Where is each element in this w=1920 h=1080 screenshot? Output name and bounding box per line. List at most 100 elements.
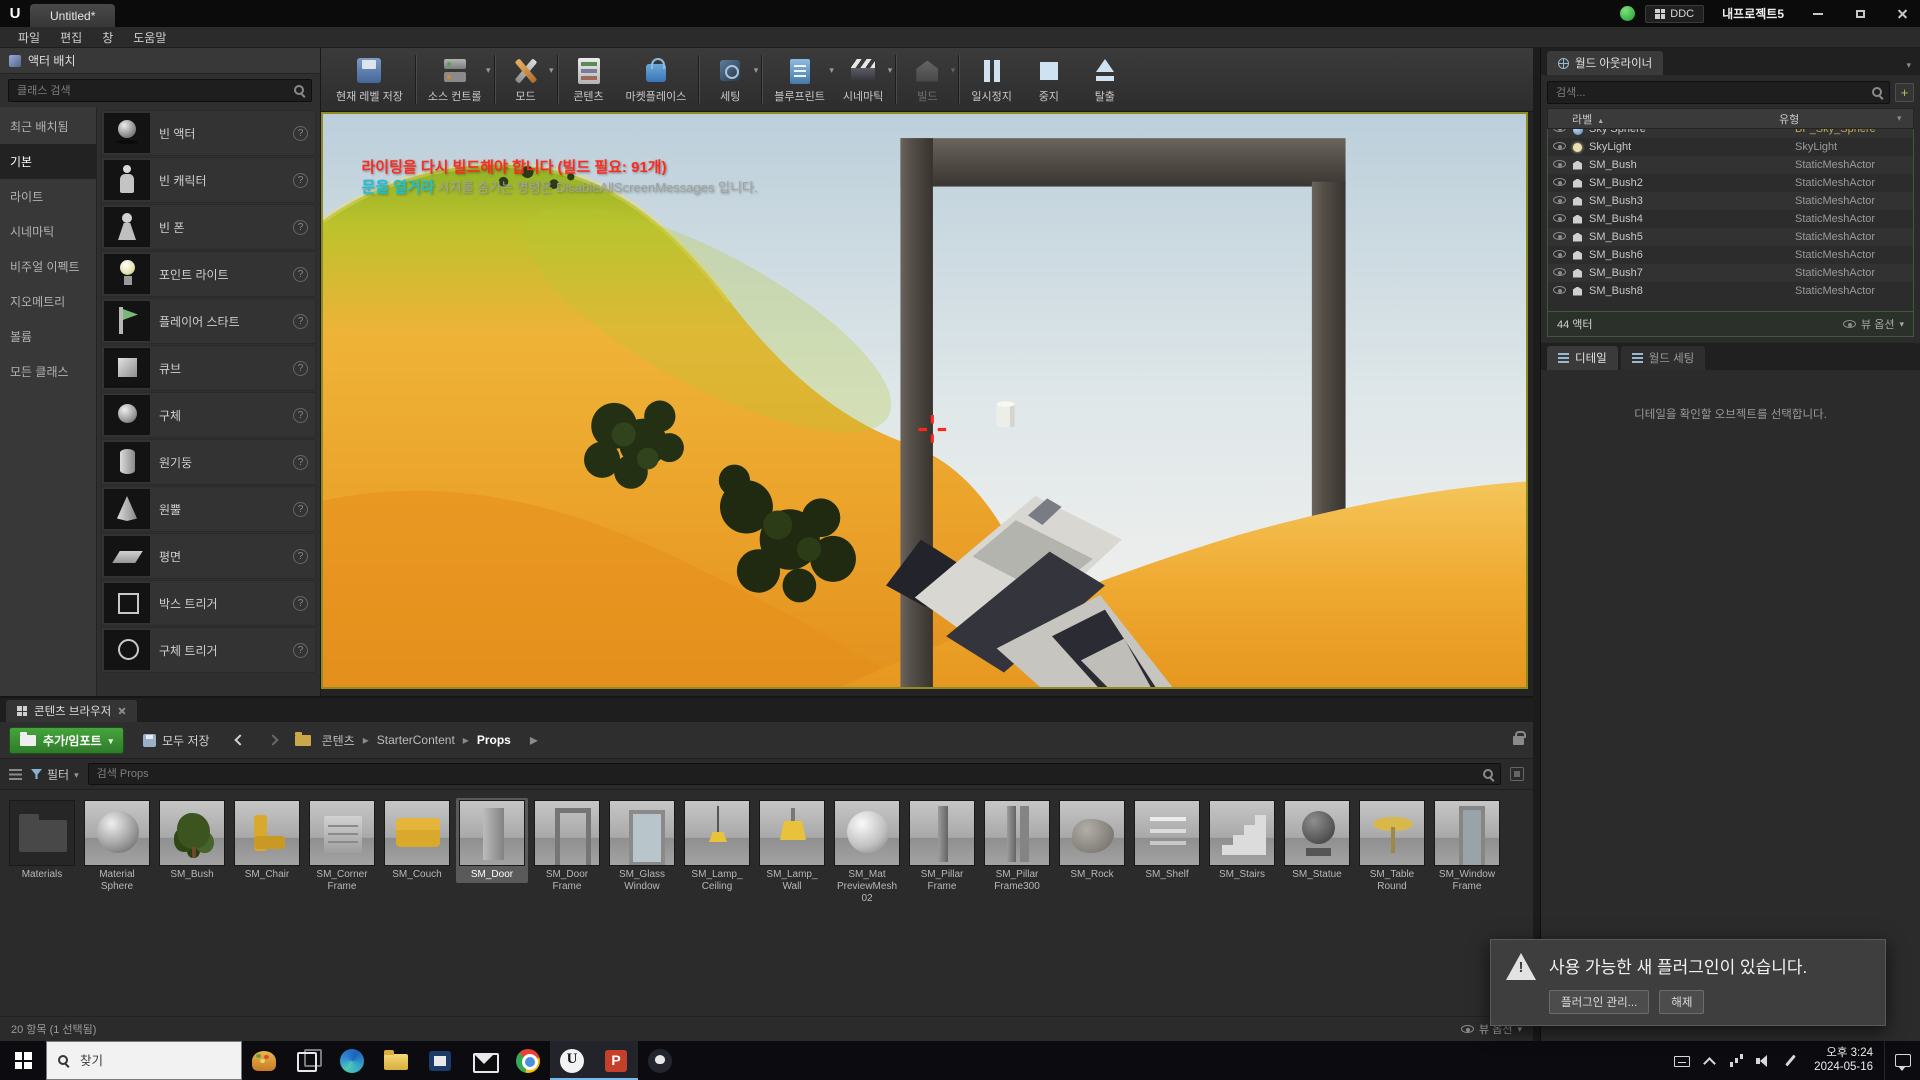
outliner-row[interactable]: Sky Sphere BP_Sky_Sphere (1548, 129, 1913, 138)
category-item[interactable]: 시네마틱 (0, 214, 96, 249)
taskbar-app-button[interactable] (594, 1041, 638, 1080)
outliner-row[interactable]: SM_Bush StaticMeshActor (1548, 156, 1913, 174)
level-tab[interactable]: Untitled* (30, 4, 115, 27)
details-tab[interactable]: 디테일 (1547, 346, 1618, 370)
toolbar-button[interactable]: 일시정지 (962, 50, 1020, 109)
menu-item[interactable]: 파일 (8, 27, 50, 48)
toolbar-button[interactable]: 중지 (1021, 50, 1077, 109)
toolbar-button[interactable]: 콘텐츠 (561, 50, 617, 109)
toolbar-button[interactable]: 현재 레벨 저장 (327, 50, 412, 109)
category-item[interactable]: 비주얼 이펙트 (0, 249, 96, 284)
asset-tile[interactable]: Material Sphere (81, 798, 153, 895)
outliner-row[interactable]: SM_Bush6 StaticMeshActor (1548, 246, 1913, 264)
details-tab[interactable]: 월드 세팅 (1621, 346, 1706, 370)
visibility-eye-icon[interactable] (1553, 177, 1566, 189)
asset-tile[interactable]: SM_Glass Window (606, 798, 678, 895)
taskbar-app-button[interactable] (242, 1041, 286, 1080)
category-item[interactable]: 볼륨 (0, 319, 96, 354)
chevron-down-icon[interactable] (486, 65, 491, 76)
toolbar-button[interactable]: 소스 컨트롤 (419, 50, 491, 109)
menu-item[interactable]: 창 (92, 27, 123, 48)
asset-tile[interactable]: Materials (6, 798, 78, 883)
place-actor-item[interactable]: 원뿔 (101, 486, 316, 532)
tab-content-browser[interactable]: 콘텐츠 브라우저 (6, 700, 137, 722)
asset-tile[interactable]: SM_Lamp_ Wall (756, 798, 828, 895)
breadcrumb-item[interactable]: Props (455, 733, 511, 747)
asset-tile[interactable]: SM_Couch (381, 798, 453, 883)
taskbar-app-button[interactable] (506, 1041, 550, 1080)
visibility-eye-icon[interactable] (1553, 249, 1566, 261)
category-item[interactable]: 기본 (0, 144, 96, 179)
visibility-eye-icon[interactable] (1553, 141, 1566, 153)
visibility-eye-icon[interactable] (1553, 267, 1566, 279)
tab-world-outliner[interactable]: 월드 아웃라이너 (1547, 51, 1663, 75)
add-import-button[interactable]: 추가/임포트 (9, 727, 124, 754)
asset-tile[interactable]: SM_Bush (156, 798, 228, 883)
lock-icon[interactable] (1513, 736, 1524, 745)
taskbar-search[interactable] (46, 1041, 242, 1080)
outliner-row[interactable]: SkyLight SkyLight (1548, 138, 1913, 156)
asset-tile[interactable]: SM_Window Frame (1431, 798, 1503, 895)
outliner-search-input[interactable] (1547, 81, 1890, 104)
taskbar-app-button[interactable] (550, 1041, 594, 1080)
place-actor-item[interactable]: 빈 캐릭터 (101, 157, 316, 203)
asset-tile[interactable]: SM_Shelf (1131, 798, 1203, 883)
column-options-icon[interactable]: ▾ (1897, 113, 1913, 124)
outliner-row[interactable]: SM_Bush3 StaticMeshActor (1548, 192, 1913, 210)
breadcrumb-item[interactable]: 콘텐츠 (322, 732, 355, 749)
asset-tile[interactable]: SM_Door Frame (531, 798, 603, 895)
ddc-button[interactable]: DDC (1645, 5, 1704, 23)
asset-tile[interactable]: SM_Mat PreviewMesh 02 (831, 798, 903, 907)
asset-tile[interactable]: SM_Statue (1281, 798, 1353, 883)
manage-plugins-button[interactable]: 플러그인 관리... (1549, 990, 1649, 1014)
place-actor-item[interactable]: 포인트 라이트 (101, 251, 316, 297)
taskbar-search-input[interactable] (78, 1053, 231, 1069)
asset-tile[interactable]: SM_Pillar Frame (906, 798, 978, 895)
outliner-row[interactable]: SM_Bush5 StaticMeshActor (1548, 228, 1913, 246)
category-item[interactable]: 지오메트리 (0, 284, 96, 319)
visibility-eye-icon[interactable] (1553, 195, 1566, 207)
outliner-row[interactable]: SM_Bush2 StaticMeshActor (1548, 174, 1913, 192)
visibility-eye-icon[interactable] (1553, 213, 1566, 225)
taskbar-app-button[interactable] (638, 1041, 682, 1080)
asset-tile[interactable]: SM_Lamp_ Ceiling (681, 798, 753, 895)
asset-tile[interactable]: SM_Rock (1056, 798, 1128, 883)
place-actor-item[interactable]: 큐브 (101, 345, 316, 391)
toolbar-button[interactable]: 시네마틱 (834, 50, 892, 109)
place-actor-item[interactable]: 원기둥 (101, 439, 316, 485)
category-item[interactable]: 모든 클래스 (0, 354, 96, 389)
chevron-down-icon[interactable] (1903, 60, 1914, 75)
asset-tile[interactable]: SM_Corner Frame (306, 798, 378, 895)
taskbar-app-button[interactable] (462, 1041, 506, 1080)
tray-button[interactable] (1749, 1041, 1776, 1080)
category-item[interactable]: 라이트 (0, 179, 96, 214)
asset-tile[interactable]: SM_Door (456, 798, 528, 883)
place-actor-item[interactable]: 플레이어 스타트 (101, 298, 316, 344)
game-viewport[interactable]: 라이팅을 다시 빌드해야 합니다 (빌드 필요: 91개) 문을 열거라시지를 … (321, 112, 1528, 689)
maximize-button[interactable] (1844, 0, 1876, 27)
chevron-down-icon[interactable] (549, 65, 554, 76)
back-button[interactable] (229, 729, 251, 751)
toolbar-button[interactable]: 탈출 (1077, 50, 1133, 109)
chevron-down-icon[interactable] (754, 65, 759, 76)
breadcrumb-item[interactable]: StarterContent (355, 733, 455, 747)
chevron-down-icon[interactable] (951, 65, 956, 76)
action-center-button[interactable] (1884, 1041, 1920, 1080)
place-actor-item[interactable]: 평면 (101, 533, 316, 579)
visibility-eye-icon[interactable] (1553, 285, 1566, 297)
chevron-right-icon[interactable] (522, 730, 546, 750)
chevron-down-icon[interactable] (888, 65, 893, 76)
sources-panel-icon[interactable] (9, 769, 22, 780)
save-search-icon[interactable] (1510, 767, 1524, 781)
outliner-row[interactable]: SM_Bush8 StaticMeshActor (1548, 282, 1913, 300)
menu-item[interactable]: 편집 (50, 27, 92, 48)
filters-button[interactable]: 필터 (31, 766, 79, 783)
taskbar-app-button[interactable] (330, 1041, 374, 1080)
minimize-button[interactable] (1802, 0, 1834, 27)
place-actor-item[interactable]: 빈 액터 (101, 110, 316, 156)
forward-button[interactable] (262, 729, 284, 751)
asset-search-input[interactable] (88, 763, 1501, 785)
tray-button[interactable] (1668, 1041, 1695, 1080)
tray-button[interactable] (1722, 1041, 1749, 1080)
menu-item[interactable]: 도움말 (123, 27, 176, 48)
